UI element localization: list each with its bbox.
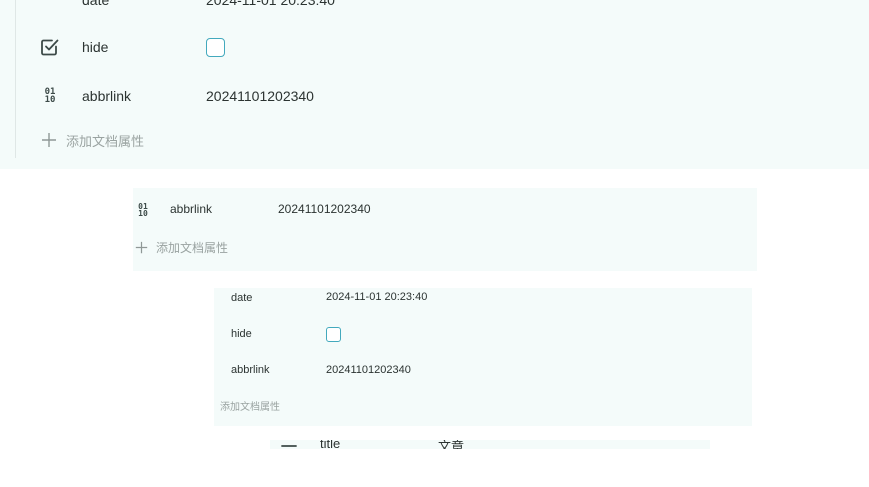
plus-icon xyxy=(42,133,56,147)
property-name-title: title xyxy=(320,440,341,449)
property-name-abbrlink: abbrlink xyxy=(170,202,213,216)
property-name-hide: hide xyxy=(82,39,109,55)
hide-checkbox[interactable] xyxy=(326,327,341,342)
add-property-label: 添加文档属性 xyxy=(220,401,280,413)
add-property-button[interactable]: 添加文档属性 xyxy=(220,398,280,413)
properties-panel-bottom: title 文章 xyxy=(270,440,710,449)
panel-left-border xyxy=(15,0,16,158)
add-property-label: 添加文档属性 xyxy=(156,240,229,255)
plus-icon xyxy=(135,241,148,253)
binary-icon: 01 10 xyxy=(44,87,56,105)
text-lines-icon xyxy=(40,0,60,6)
hide-checkbox[interactable] xyxy=(206,38,225,57)
property-value-date[interactable]: 2024-11-01 20:23:40 xyxy=(326,291,427,303)
property-value-date[interactable]: 2024-11-01 20:23:40 xyxy=(206,0,335,8)
text-lines-icon xyxy=(280,443,298,449)
property-name-hide: hide xyxy=(231,328,252,340)
properties-panel-lower: date 2024-11-01 20:23:40 hide abbrlink 2… xyxy=(214,288,752,426)
property-value-abbrlink[interactable]: 20241101202340 xyxy=(278,202,371,216)
add-property-button[interactable]: 添加文档属性 xyxy=(135,239,228,255)
properties-panel-middle: 01 10 abbrlink 20241101202340 添加文档属性 xyxy=(133,188,757,271)
property-name-date: date xyxy=(231,292,253,304)
property-name-abbrlink: abbrlink xyxy=(231,364,270,376)
add-property-button[interactable]: 添加文档属性 xyxy=(41,131,145,150)
property-name-abbrlink: abbrlink xyxy=(82,88,132,104)
checkbox-icon xyxy=(40,37,60,57)
property-value-abbrlink[interactable]: 20241101202340 xyxy=(206,88,314,104)
property-value-abbrlink[interactable]: 20241101202340 xyxy=(326,364,411,376)
add-property-label: 添加文档属性 xyxy=(66,134,145,150)
properties-panel-top: date 2024-11-01 20:23:40 hide 01 10 abbrl… xyxy=(0,0,869,169)
binary-icon: 01 10 xyxy=(138,201,148,218)
property-name-date: date xyxy=(82,0,110,8)
property-value-title[interactable]: 文章 xyxy=(438,440,464,449)
